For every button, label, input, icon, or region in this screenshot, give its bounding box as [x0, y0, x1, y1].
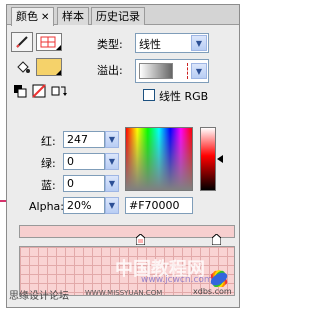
alpha-label: Alpha: [29, 200, 64, 213]
tab-history-label: 历史记录 [96, 10, 140, 23]
tab-color[interactable]: 颜色 ✕ [11, 7, 55, 26]
swap-colors-icon[interactable] [51, 84, 67, 101]
overflow-preview [139, 63, 173, 79]
tab-bar: 颜色 ✕ 样本 历史记录 [7, 5, 239, 26]
watermark-site: www.jcwcn.com [141, 275, 213, 285]
linear-rgb-checkbox[interactable] [143, 89, 155, 101]
gradient-stop-icon[interactable] [136, 234, 145, 245]
linear-rgb-label: 线性 RGB [159, 90, 209, 103]
overflow-marker [176, 63, 188, 79]
blue-label: 蓝: [41, 179, 56, 192]
type-select[interactable]: 线性 ▼ [135, 33, 209, 53]
fill-swatch[interactable] [36, 58, 62, 76]
watermark-left: 思缘设计论坛 [9, 291, 69, 302]
blue-value: 0 [67, 177, 74, 190]
tab-history[interactable]: 历史记录 [91, 7, 145, 25]
chevron-down-icon: ▼ [191, 63, 207, 79]
type-label: 类型: [97, 38, 123, 51]
red-value: 247 [67, 133, 88, 146]
chevron-down-icon: ▼ [191, 35, 207, 51]
stroke-swatch[interactable] [36, 33, 62, 51]
close-icon[interactable]: ✕ [41, 12, 49, 23]
hex-input[interactable]: #F70000 [125, 197, 193, 214]
alpha-value: 20% [67, 199, 92, 212]
flower-logo-icon [210, 270, 228, 287]
red-label: 红: [41, 135, 56, 148]
blue-input[interactable]: 0 [63, 175, 105, 192]
overflow-label: 溢出: [97, 64, 123, 77]
blue-dropdown-button[interactable]: ▼ [105, 175, 119, 192]
fill-bucket-icon[interactable] [15, 59, 31, 78]
tab-swatches-label: 样本 [62, 10, 84, 23]
hex-value: #F70000 [129, 199, 180, 212]
brightness-slider[interactable] [200, 127, 216, 191]
red-dropdown-button[interactable]: ▼ [105, 131, 119, 148]
alpha-input[interactable]: 20% [63, 197, 105, 214]
pencil-icon [16, 36, 28, 48]
watermark-site-small: xdbs.com [193, 287, 232, 296]
green-dropdown-button[interactable]: ▼ [105, 153, 119, 170]
green-value: 0 [67, 155, 74, 168]
tab-swatches[interactable]: 样本 [57, 7, 89, 25]
red-input[interactable]: 247 [63, 131, 105, 148]
green-label: 绿: [41, 157, 56, 170]
no-color-icon[interactable] [32, 84, 46, 101]
brightness-handle-icon[interactable] [217, 155, 223, 163]
stroke-color-button[interactable] [11, 32, 33, 52]
color-panel: 颜色 ✕ 样本 历史记录 类型: 线性 ▼ 溢出: ▼ 线性 RGB 红: 24… [6, 4, 240, 308]
tab-color-label: 颜色 [16, 10, 38, 23]
overflow-select[interactable]: ▼ [135, 59, 209, 83]
color-spectrum[interactable] [125, 127, 193, 191]
black-white-icon[interactable] [13, 84, 27, 101]
alpha-dropdown-button[interactable]: ▼ [105, 197, 119, 214]
watermark-url: WWW.MISSYUAN.COM [85, 289, 163, 297]
green-input[interactable]: 0 [63, 153, 105, 170]
gradient-preview-bar [19, 225, 235, 238]
type-value: 线性 [139, 38, 161, 51]
gradient-stop-icon[interactable] [212, 234, 221, 245]
